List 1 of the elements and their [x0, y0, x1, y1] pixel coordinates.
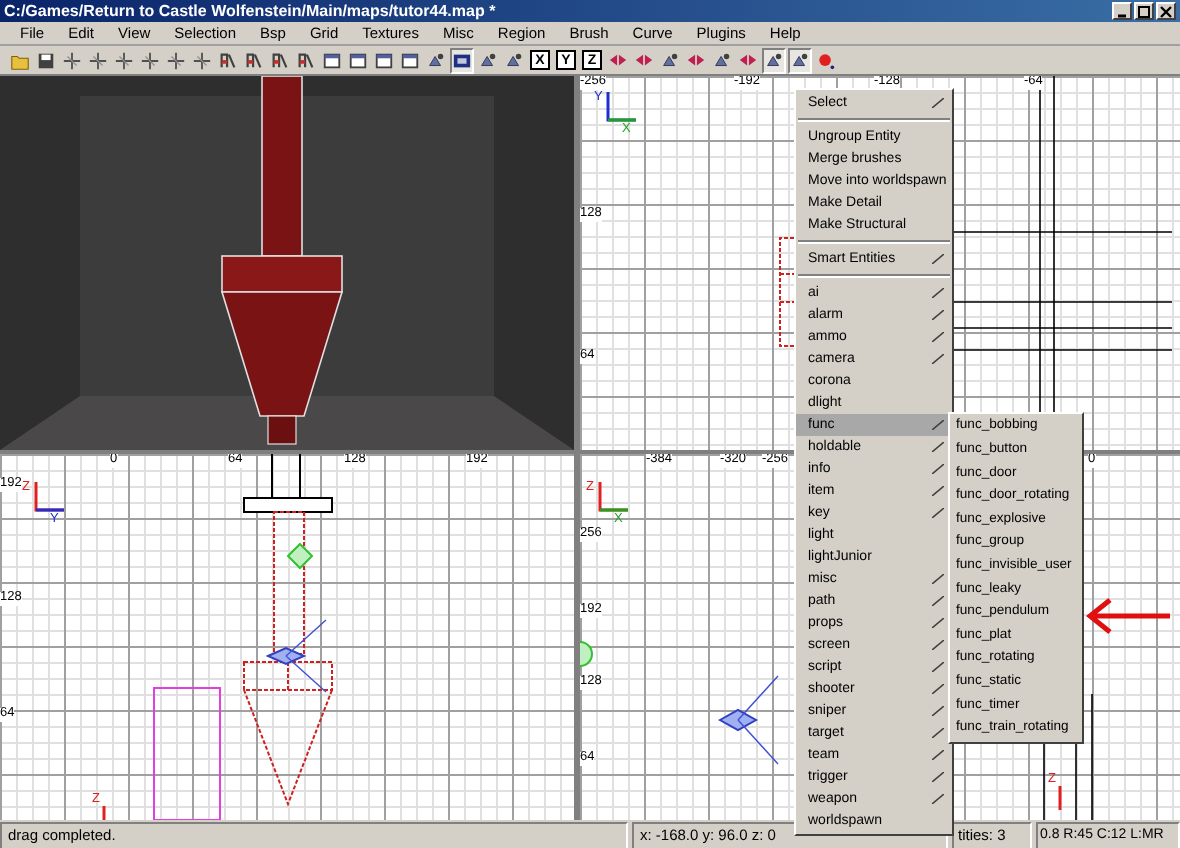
window-title: C:/Games/Return to Castle Wolfenstein/Main/maps/tutor44.map * — [4, 3, 498, 19]
